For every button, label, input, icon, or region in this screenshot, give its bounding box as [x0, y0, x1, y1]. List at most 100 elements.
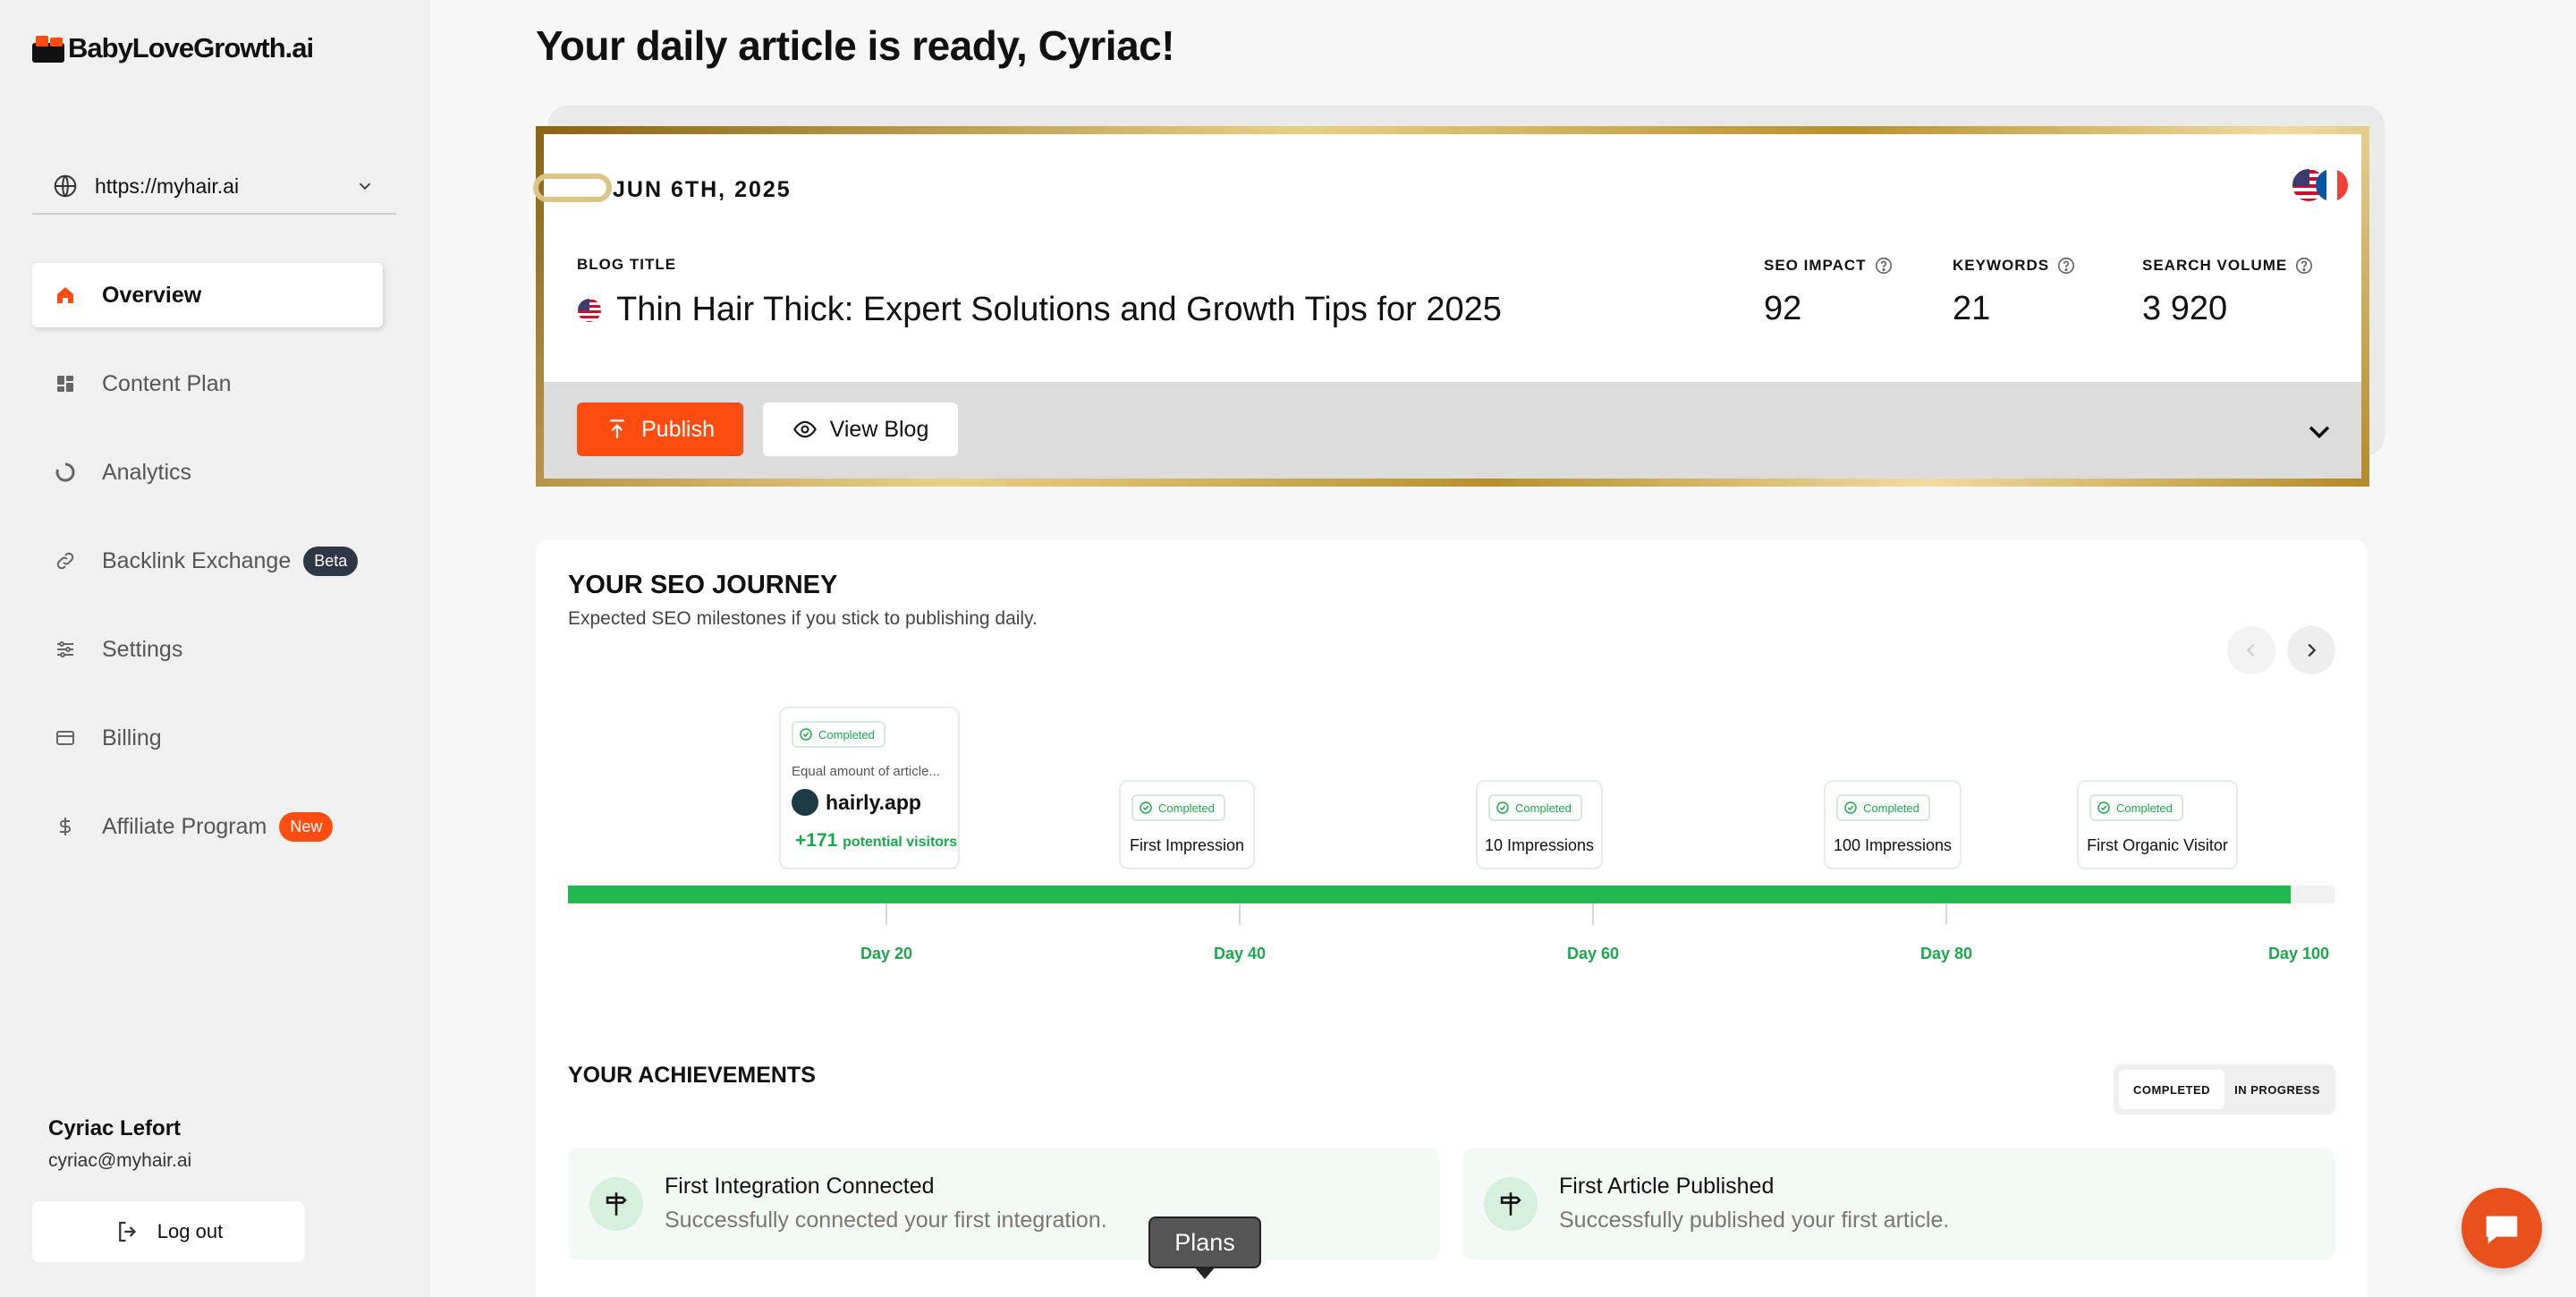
upload-icon	[610, 420, 624, 438]
completed-badge: Completed	[1131, 794, 1225, 821]
achievements-title: YOUR ACHIEVEMENTS	[568, 1063, 816, 1088]
metric-label: KEYWORDS	[1953, 257, 2050, 274]
site-selector[interactable]: https://myhair.ai	[32, 159, 396, 215]
potential-visitors: +171 potential visitors	[795, 830, 957, 852]
help-icon[interactable]	[2056, 256, 2076, 276]
seo-journey-panel: YOUR SEO JOURNEY Expected SEO milestones…	[536, 540, 2368, 1297]
dollar-icon	[54, 815, 77, 838]
day-label: Day 20	[860, 945, 913, 962]
blog-title-label: BLOG TITLE	[577, 256, 677, 273]
tab-completed[interactable]: COMPLETED	[2119, 1070, 2224, 1109]
grid-icon	[54, 372, 77, 395]
metric-label: SEARCH VOLUME	[2142, 257, 2288, 274]
logo[interactable]: BabyLoveGrowth.ai	[32, 32, 314, 64]
achievement-card: First Integration Connected Successfully…	[568, 1149, 1439, 1259]
achievements-toggle: COMPLETED IN PROGRESS	[2114, 1064, 2335, 1115]
day-tick	[1592, 903, 1594, 925]
completed-label: Completed	[1863, 801, 1919, 815]
sidebar: BabyLoveGrowth.ai https://myhair.ai Over…	[0, 0, 429, 1297]
sidebar-item-label: Analytics	[102, 459, 192, 485]
publish-button[interactable]: Publish	[577, 403, 743, 456]
plans-tooltip: Plans	[1148, 1216, 1261, 1268]
milestone-name: 100 Impressions	[1833, 836, 1953, 854]
metric-label: SEO IMPACT	[1764, 257, 1867, 274]
language-flags-icon[interactable]	[2292, 168, 2349, 202]
day-tick	[1945, 903, 1947, 925]
check-circle-icon	[800, 728, 812, 741]
journey-subtitle: Expected SEO milestones if you stick to …	[568, 608, 1038, 629]
completed-badge: Completed	[1488, 794, 1582, 821]
home-icon	[54, 284, 77, 307]
day-tick	[886, 903, 887, 925]
daily-article-card: JUN 6TH, 2025 BLOG TITLE Thin Hair Thick…	[533, 126, 2369, 487]
milestone-card[interactable]: Completed First Impression	[1119, 780, 1255, 869]
logout-label: Log out	[157, 1220, 224, 1242]
signpost-icon	[1484, 1177, 1538, 1231]
analytics-icon	[54, 461, 77, 484]
chevron-down-icon[interactable]	[2304, 416, 2334, 446]
chevron-right-icon	[2308, 643, 2317, 657]
site-url: https://myhair.ai	[95, 174, 240, 198]
new-badge: New	[279, 811, 334, 842]
milestone-card[interactable]: Completed 10 Impressions	[1476, 780, 1603, 869]
link-icon	[54, 549, 77, 572]
completed-badge: Completed	[792, 721, 886, 748]
globe-icon	[54, 174, 77, 198]
site-name: hairly.app	[826, 790, 921, 814]
achievement-title: First Integration Connected	[665, 1174, 935, 1199]
milestone-card[interactable]: Completed 100 Impressions	[1824, 780, 1962, 869]
help-icon[interactable]	[2294, 256, 2314, 276]
tab-in-progress[interactable]: IN PROGRESS	[2224, 1070, 2330, 1109]
sidebar-item-settings[interactable]: Settings	[32, 617, 383, 682]
sidebar-item-label: Settings	[102, 636, 183, 662]
sidebar-item-label: Affiliate Program	[102, 813, 267, 839]
milestone-card[interactable]: Completed First Organic Visitor	[2077, 780, 2238, 869]
metric-search-volume: SEARCH VOLUME 3 920	[2142, 256, 2314, 328]
day-label: Day 40	[1213, 945, 1267, 962]
us-flag-icon	[578, 298, 601, 322]
publish-label: Publish	[641, 416, 715, 442]
beta-badge: Beta	[303, 546, 359, 576]
chat-button[interactable]	[2462, 1188, 2542, 1268]
completed-badge: Completed	[2089, 794, 2183, 821]
signpost-icon	[589, 1177, 643, 1231]
check-circle-icon	[1496, 801, 1509, 814]
user-email: cyriac@myhair.ai	[48, 1150, 192, 1171]
completed-label: Completed	[2116, 801, 2173, 815]
sidebar-nav: Overview Content Plan Analytics Backlink…	[32, 263, 383, 883]
completed-badge: Completed	[1836, 794, 1930, 821]
sidebar-item-analytics[interactable]: Analytics	[32, 440, 383, 504]
completed-label: Completed	[818, 727, 875, 742]
achievement-title: First Article Published	[1559, 1174, 1775, 1199]
sidebar-item-affiliate-program[interactable]: Affiliate Program New	[32, 794, 383, 859]
metric-seo-impact: SEO IMPACT 92	[1764, 256, 1894, 328]
day-tick	[1239, 903, 1241, 925]
prev-button[interactable]	[2227, 626, 2275, 674]
milestone-card[interactable]: Completed Equal amount of article... hai…	[779, 707, 960, 869]
sidebar-item-overview[interactable]: Overview	[32, 263, 383, 327]
logo-icon	[32, 34, 64, 63]
chat-icon	[2486, 1216, 2518, 1244]
metric-value: 3 920	[2142, 290, 2228, 327]
view-blog-button[interactable]: View Blog	[763, 403, 958, 456]
day-label: Day 60	[1566, 945, 1620, 962]
sidebar-item-billing[interactable]: Billing	[32, 706, 383, 770]
check-circle-icon	[2097, 801, 2110, 814]
next-button[interactable]	[2287, 626, 2335, 674]
metric-keywords: KEYWORDS 21	[1953, 256, 2076, 328]
logout-icon	[118, 1221, 136, 1242]
help-icon[interactable]	[1874, 256, 1894, 276]
day-label: Day 80	[1919, 945, 1973, 962]
eye-icon	[792, 420, 817, 438]
sidebar-item-label: Content Plan	[102, 370, 232, 396]
blog-title: Thin Hair Thick: Expert Solutions and Gr…	[577, 291, 1502, 329]
metric-value: 92	[1764, 290, 1802, 327]
blog-title-text: Thin Hair Thick: Expert Solutions and Gr…	[616, 291, 1502, 328]
logout-button[interactable]: Log out	[32, 1201, 305, 1262]
check-circle-icon	[1140, 801, 1152, 814]
milestone-name: First Impression	[1129, 836, 1245, 854]
milestone-desc: Equal amount of article...	[792, 764, 940, 779]
sidebar-item-content-plan[interactable]: Content Plan	[32, 352, 383, 416]
completed-label: Completed	[1158, 801, 1215, 815]
sidebar-item-backlink-exchange[interactable]: Backlink Exchange Beta	[32, 529, 383, 593]
